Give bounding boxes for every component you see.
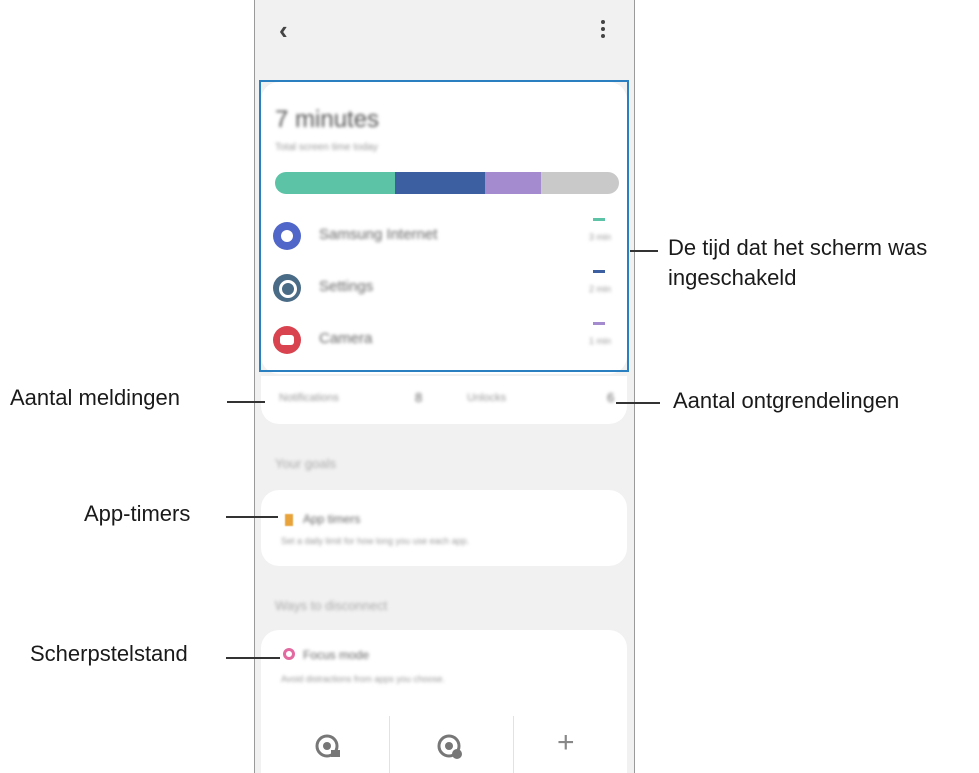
more-options-icon[interactable] — [600, 20, 606, 42]
notifications-label: Notifications — [279, 392, 339, 404]
callout-line — [226, 516, 278, 518]
divider — [389, 716, 390, 773]
callout-line — [226, 657, 280, 659]
callout-notifications: Aantal meldingen — [10, 385, 181, 410]
work-mode-icon[interactable] — [313, 732, 343, 762]
callout-unlocks: Aantal ontgrendelingen — [673, 388, 900, 413]
study-mode-icon[interactable] — [435, 732, 465, 762]
callout-focus-mode: Scherpstelstand — [30, 641, 188, 666]
callout-app-timers: App-timers — [84, 501, 191, 526]
unlocks-label: Unlocks — [467, 392, 507, 404]
modes-section-title: Ways to disconnect — [275, 598, 388, 613]
focus-mode-title: Focus mode — [303, 648, 370, 662]
notifications-count: 8 — [415, 390, 423, 405]
unlocks-count: 6 — [607, 390, 615, 405]
app-timers-description: Set a daily limit for how long you use e… — [281, 536, 470, 546]
focus-mode-icon — [283, 648, 295, 660]
hourglass-icon — [285, 514, 293, 526]
add-mode-icon[interactable]: + — [557, 728, 575, 758]
divider — [513, 716, 514, 773]
focus-mode-card[interactable]: Focus mode Avoid distractions from apps … — [261, 630, 627, 773]
screen-time-highlight — [259, 80, 629, 372]
stats-card: Notifications 8 Unlocks 6 — [261, 376, 627, 424]
callout-line — [630, 250, 658, 252]
callout-screen-time: De tijd dat het scherm was ingeschakeld — [668, 235, 928, 290]
goals-section-title: Your goals — [275, 456, 336, 471]
back-arrow-icon[interactable]: ‹ — [279, 17, 293, 43]
app-timers-card[interactable]: App timers Set a daily limit for how lon… — [261, 490, 627, 566]
callout-line — [616, 402, 660, 404]
callout-line — [227, 401, 265, 403]
focus-mode-description: Avoid distractions from apps you choose. — [281, 674, 445, 684]
app-timers-title: App timers — [303, 512, 361, 526]
top-bar: ‹ — [255, 0, 634, 62]
